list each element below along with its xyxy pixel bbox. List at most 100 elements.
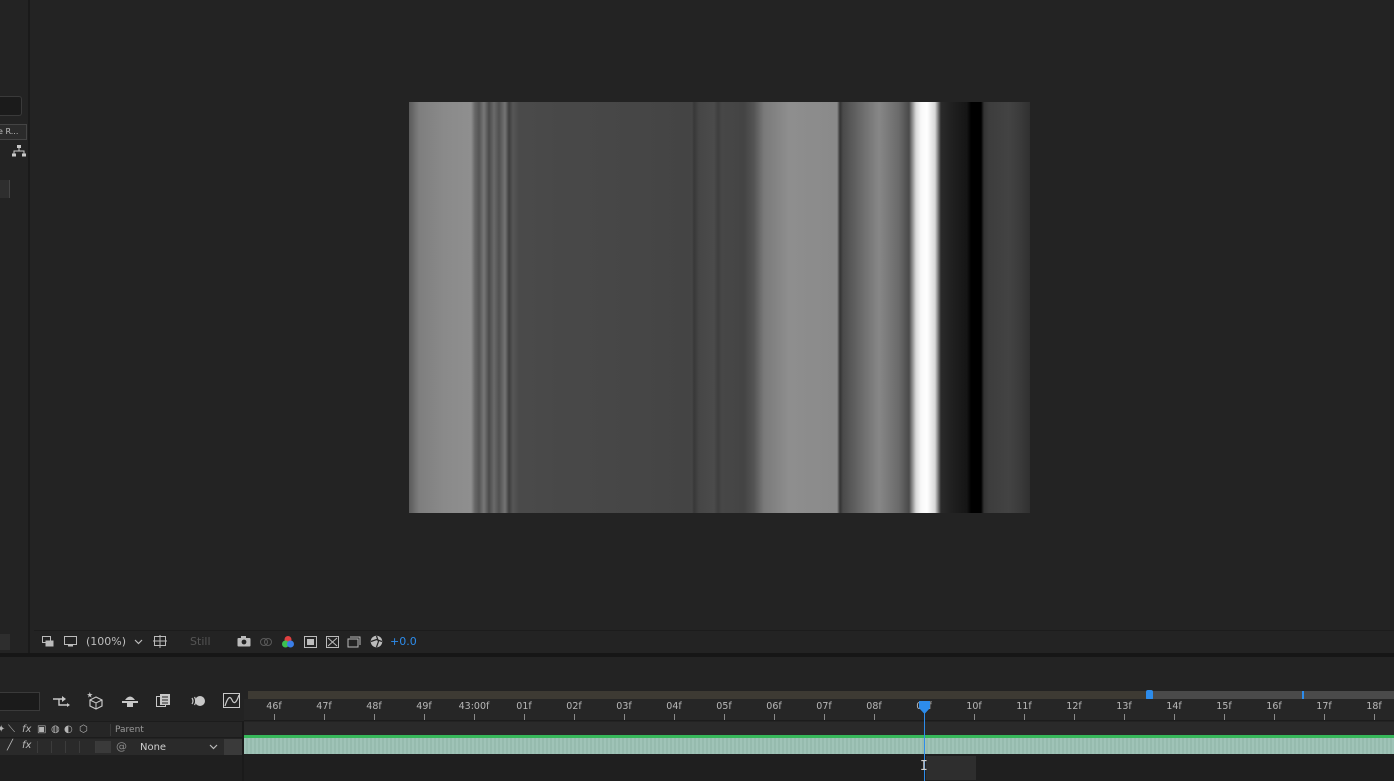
ruler-tick	[874, 714, 875, 720]
timeline-toolbar	[52, 691, 242, 711]
camera-snapshot-icon[interactable]	[236, 634, 252, 650]
ruler-tick	[974, 714, 975, 720]
graph-editor-icon[interactable]	[222, 691, 242, 711]
layer-switches-header: ✦ ⟍ fx ▣ ◍ ◐ ⬡ Parent	[0, 721, 242, 738]
mouse-cursor-ibeam: I	[920, 759, 928, 774]
work-area-marker[interactable]	[1302, 691, 1304, 699]
always-preview-icon[interactable]	[40, 634, 56, 650]
show-snapshot-icon[interactable]	[258, 634, 274, 650]
ruler-tick	[574, 714, 575, 720]
parent-column-header[interactable]: Parent	[115, 725, 144, 735]
layer-row[interactable]: ╱ fx @ None	[0, 739, 242, 755]
ruler-tick	[624, 714, 625, 720]
ruler-label: 48f	[366, 701, 382, 712]
ruler-tick	[274, 714, 275, 720]
motion-blur-icon[interactable]	[188, 691, 208, 711]
ruler-label: 16f	[1266, 701, 1282, 712]
switch-cell[interactable]	[95, 741, 111, 753]
3d-layer-switch-icon[interactable]: ⬡	[79, 724, 88, 735]
ruler-label: 17f	[1316, 701, 1332, 712]
ruler-tick	[674, 714, 675, 720]
ruler-label: 15f	[1216, 701, 1232, 712]
ruler-label: 03f	[616, 701, 632, 712]
draft-3d-icon[interactable]	[86, 691, 106, 711]
grid-guides-icon[interactable]	[152, 634, 168, 650]
ruler-label: 18f	[1366, 701, 1382, 712]
frame-blending-icon[interactable]	[154, 691, 174, 711]
ruler-label: 05f	[716, 701, 732, 712]
work-area-bar-active[interactable]	[1150, 691, 1394, 699]
3d-view-icon[interactable]	[346, 634, 362, 650]
header-divider	[110, 724, 111, 736]
transparency-grid-icon[interactable]	[324, 634, 340, 650]
empty-track-row	[244, 754, 1394, 781]
project-search-input[interactable]	[0, 96, 22, 116]
ruler-tick	[424, 714, 425, 720]
current-time-indicator[interactable]	[918, 701, 931, 715]
chevron-down-icon[interactable]	[130, 634, 146, 650]
parent-pick-whip-icon[interactable]: @	[116, 740, 127, 753]
ruler-tick	[1274, 714, 1275, 720]
ruler-label: 02f	[566, 701, 582, 712]
layer-duration-bar[interactable]	[244, 738, 1394, 754]
timeline-panel: ✦ ⟍ fx ▣ ◍ ◐ ⬡ Parent ╱ fx @ None 46f 47…	[0, 657, 1394, 781]
ruler-tick	[1174, 714, 1175, 720]
ruler-label: 47f	[316, 701, 332, 712]
ruler-tick	[1074, 714, 1075, 720]
color-channels-icon[interactable]	[280, 634, 296, 650]
resolution-select[interactable]: Still	[190, 635, 230, 648]
composition-frame[interactable]	[409, 102, 1030, 513]
shy-layers-icon[interactable]	[120, 691, 140, 711]
magnification-select[interactable]: (100%)	[86, 635, 126, 648]
ruler-tick	[724, 714, 725, 720]
ruler-tick	[1024, 714, 1025, 720]
adjustment-switch-icon[interactable]: ◐	[64, 724, 73, 735]
composition-flowchart-icon[interactable]	[52, 691, 72, 711]
timeline-search-input[interactable]	[0, 692, 40, 711]
flowchart-icon[interactable]	[12, 144, 26, 158]
fx-icon[interactable]: fx	[22, 740, 31, 751]
quality-switch-icon[interactable]: ⟍	[8, 724, 15, 735]
quality-slash-icon[interactable]: ╱	[7, 740, 13, 751]
ruler-tick	[1374, 714, 1375, 720]
project-bottom-control[interactable]	[0, 634, 10, 650]
time-ruler[interactable]: 46f 47f 48f 49f 43:00f 01f 02f 03f 04f 05f 06f 07f 0…	[244, 699, 1394, 721]
motion-blur-switch-icon[interactable]: ◍	[51, 724, 60, 735]
ruler-tick	[324, 714, 325, 720]
ruler-tick	[774, 714, 775, 720]
ruler-label: 07f	[816, 701, 832, 712]
frame-blend-switch-icon[interactable]: ▣	[37, 724, 46, 735]
track-header-row	[244, 722, 1394, 735]
ruler-label: 12f	[1066, 701, 1082, 712]
track-highlight	[926, 756, 976, 780]
region-of-interest-icon[interactable]	[302, 634, 318, 650]
project-tab-fragment[interactable]: e R...	[0, 124, 27, 140]
parent-select[interactable]: None	[134, 740, 222, 754]
ruler-tick	[1224, 714, 1225, 720]
switch-cell[interactable]	[79, 741, 93, 753]
switch-cell[interactable]	[51, 741, 65, 753]
ruler-label: 43:00f	[458, 701, 490, 712]
ruler-tick	[524, 714, 525, 720]
project-item-slot[interactable]	[0, 180, 10, 198]
ruler-label: 13f	[1116, 701, 1132, 712]
time-graph-area[interactable]: 46f 47f 48f 49f 43:00f 01f 02f 03f 04f 05f 06f 07f 0…	[244, 687, 1394, 781]
exposure-value[interactable]: +0.0	[390, 635, 417, 648]
shy-switch-icon[interactable]: ✦	[0, 724, 5, 735]
switch-cell[interactable]	[65, 741, 79, 753]
ruler-label: 01f	[516, 701, 532, 712]
ruler-label: 49f	[416, 701, 432, 712]
ruler-label: 10f	[966, 701, 982, 712]
ruler-label: 06f	[766, 701, 782, 712]
exposure-reset-icon[interactable]	[368, 634, 384, 650]
chevron-down-icon	[209, 744, 218, 750]
parent-select-value: None	[140, 741, 167, 753]
ruler-tick	[824, 714, 825, 720]
ruler-label: 08f	[866, 701, 882, 712]
composition-viewer[interactable]	[34, 0, 1394, 628]
monitor-icon[interactable]	[62, 634, 78, 650]
ruler-tick	[474, 714, 475, 720]
switch-cell[interactable]	[37, 741, 51, 753]
effects-switch-icon[interactable]: fx	[22, 724, 31, 735]
ruler-label: 46f	[266, 701, 282, 712]
